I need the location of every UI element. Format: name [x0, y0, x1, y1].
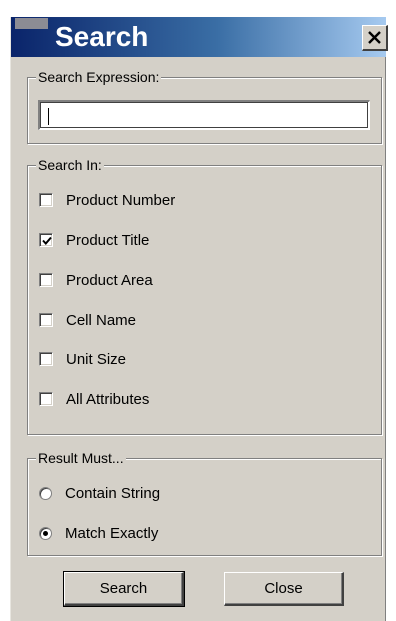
- checkbox-product-title[interactable]: Product Title: [39, 229, 149, 251]
- search-in-legend: Search In:: [36, 157, 104, 173]
- close-icon: [368, 31, 381, 44]
- checkbox-cell-name[interactable]: Cell Name: [39, 309, 136, 331]
- checkbox-label: Product Title: [66, 231, 150, 249]
- radio-label: Match Exactly: [65, 524, 159, 542]
- search-expression-group: Search Expression:: [27, 69, 382, 144]
- checkbox-label: Unit Size: [66, 350, 127, 368]
- checkbox-unit-size[interactable]: Unit Size: [39, 348, 126, 370]
- result-must-group: Result Must... Contain String Match Exac…: [27, 450, 382, 556]
- close-window-button[interactable]: [362, 25, 388, 51]
- search-expression-legend: Search Expression:: [36, 69, 162, 85]
- window-title: Search: [55, 21, 149, 52]
- radio-button[interactable]: [39, 526, 52, 540]
- checkbox-box[interactable]: [39, 193, 53, 207]
- radio-contain-string[interactable]: Contain String: [39, 482, 160, 504]
- radio-button[interactable]: [39, 486, 52, 500]
- checkbox-box[interactable]: [39, 313, 53, 327]
- checkbox-label: Product Number: [66, 191, 176, 209]
- radio-match-exactly[interactable]: Match Exactly: [39, 522, 158, 544]
- title-bar[interactable]: Search: [11, 17, 388, 57]
- checkbox-box[interactable]: [39, 273, 53, 287]
- search-in-group: Search In: Product Number Product Title …: [27, 157, 382, 435]
- checkbox-all-attributes[interactable]: All Attributes: [39, 388, 149, 410]
- radio-label: Contain String: [65, 484, 161, 502]
- result-must-legend: Result Must...: [36, 450, 126, 466]
- search-dialog: Search Search Expression: Search In: Pro…: [10, 17, 388, 621]
- checkbox-box[interactable]: [39, 392, 53, 406]
- app-icon: [15, 18, 48, 29]
- search-button[interactable]: Search: [63, 571, 185, 607]
- checkbox-product-number[interactable]: Product Number: [39, 189, 175, 211]
- checkbox-product-area[interactable]: Product Area: [39, 269, 153, 291]
- text-caret: [48, 108, 49, 125]
- checkbox-label: All Attributes: [66, 390, 150, 408]
- checkbox-box[interactable]: [39, 352, 53, 366]
- checkbox-box[interactable]: [39, 233, 53, 247]
- checkmark-icon: [42, 236, 52, 245]
- close-button[interactable]: Close: [224, 572, 344, 606]
- checkbox-label: Cell Name: [66, 311, 137, 329]
- checkbox-label: Product Area: [66, 271, 153, 289]
- radio-selected-dot: [43, 530, 48, 536]
- search-expression-input[interactable]: [38, 100, 370, 130]
